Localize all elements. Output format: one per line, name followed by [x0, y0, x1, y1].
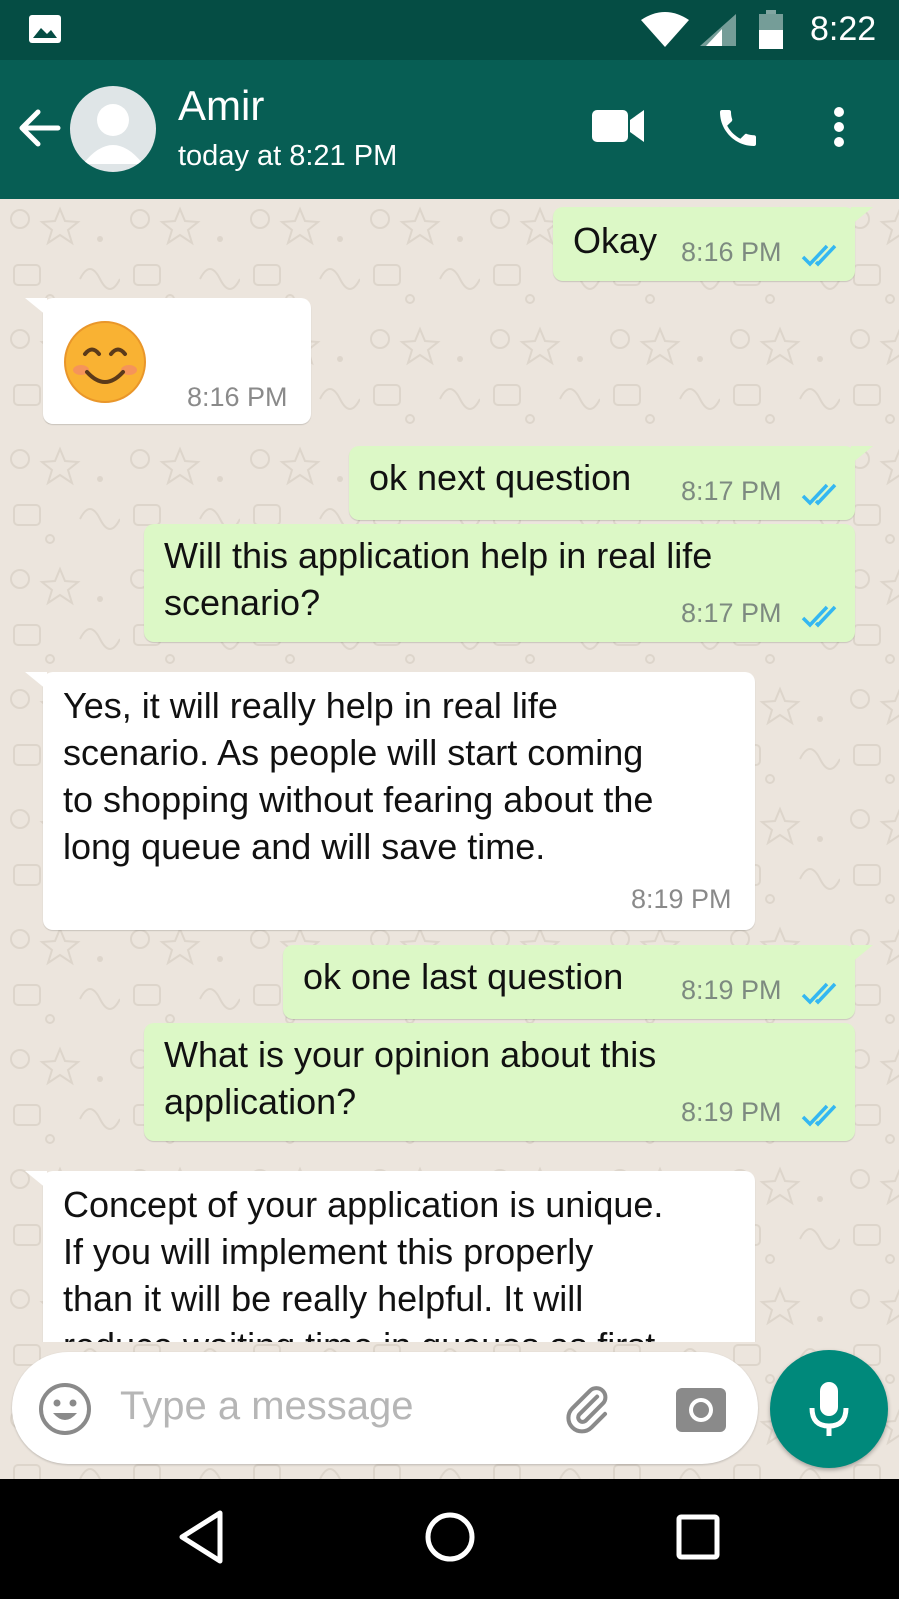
message-outgoing[interactable]: ok one last question 8:19 PM	[283, 945, 873, 1019]
message-text: If you will implement this properly	[63, 1231, 594, 1272]
contact-avatar[interactable]	[70, 86, 156, 172]
message-composer: Type a message	[12, 1352, 758, 1464]
chat-area: Okay 8:16 PM 8:16 PM ok next question 8:…	[0, 199, 899, 1479]
voice-call-icon[interactable]	[714, 104, 762, 157]
message-text: What is your opinion about this	[164, 1034, 657, 1075]
message-time: 8:19 PM	[631, 884, 732, 914]
message-text: ok one last question	[303, 956, 624, 997]
message-text: Okay	[573, 220, 658, 261]
message-text: application?	[164, 1081, 357, 1122]
message-time: 8:17 PM	[681, 598, 782, 628]
message-text: Concept of your application is unique.	[63, 1184, 664, 1225]
message-time: 8:19 PM	[681, 975, 782, 1005]
android-navigation-bar	[0, 1479, 899, 1599]
back-arrow-icon[interactable]	[18, 106, 62, 155]
read-receipt-icon	[801, 1104, 837, 1127]
read-receipt-icon	[801, 982, 837, 1005]
video-call-icon[interactable]	[592, 106, 646, 151]
camera-icon[interactable]	[676, 1384, 726, 1437]
nav-home-icon[interactable]	[424, 1509, 476, 1570]
message-incoming[interactable]: 8:16 PM	[25, 298, 311, 424]
message-outgoing[interactable]: Okay 8:16 PM	[553, 207, 873, 281]
message-text: scenario. As people will start coming	[63, 732, 644, 773]
message-outgoing[interactable]: Will this application help in real life …	[144, 524, 855, 642]
attach-icon[interactable]	[560, 1382, 614, 1441]
message-text: long queue and will save time.	[63, 826, 546, 867]
voice-message-button[interactable]	[770, 1350, 888, 1468]
message-outgoing[interactable]: ok next question 8:17 PM	[349, 446, 873, 520]
message-incoming[interactable]: Yes, it will really help in real life sc…	[25, 672, 755, 930]
battery-icon	[758, 10, 784, 55]
message-text: scenario?	[164, 582, 321, 623]
message-text: reduce waiting time in queues as first	[63, 1322, 655, 1342]
read-receipt-icon	[801, 483, 837, 506]
message-incoming[interactable]: Concept of your application is unique. I…	[25, 1171, 755, 1342]
nav-recents-icon[interactable]	[675, 1509, 721, 1570]
message-input[interactable]: Type a message	[120, 1384, 414, 1429]
gallery-notification-icon	[28, 14, 62, 49]
read-receipt-icon	[801, 244, 837, 267]
more-options-icon[interactable]	[832, 106, 846, 153]
wifi-icon	[640, 12, 690, 53]
message-time: 8:17 PM	[681, 476, 782, 506]
message-text: Yes, it will really help in real life	[63, 685, 558, 726]
message-time: 8:19 PM	[681, 1097, 782, 1127]
emoji-icon[interactable]	[38, 1382, 92, 1441]
status-bar: 8:22	[0, 0, 899, 60]
last-seen-status: today at 8:21 PM	[178, 140, 398, 172]
message-text: ok next question	[369, 457, 632, 498]
nav-back-icon[interactable]	[178, 1509, 224, 1570]
contact-name[interactable]: Amir	[178, 82, 264, 130]
chat-header: Amir today at 8:21 PM	[0, 60, 899, 199]
read-receipt-icon	[801, 605, 837, 628]
message-outgoing[interactable]: What is your opinion about this applicat…	[144, 1023, 855, 1141]
microphone-icon	[809, 1382, 849, 1436]
smiling-face-emoji-icon	[64, 321, 146, 403]
cell-signal-icon	[698, 12, 738, 53]
message-text: to shopping without fearing about the	[63, 779, 654, 820]
message-time: 8:16 PM	[681, 237, 782, 267]
message-text: Will this application help in real life	[164, 535, 713, 576]
message-list: Okay 8:16 PM 8:16 PM ok next question 8:…	[0, 199, 899, 1342]
message-text: than it will be really helpful. It will	[63, 1278, 584, 1319]
status-time: 8:22	[810, 10, 877, 48]
message-time: 8:16 PM	[187, 382, 288, 412]
